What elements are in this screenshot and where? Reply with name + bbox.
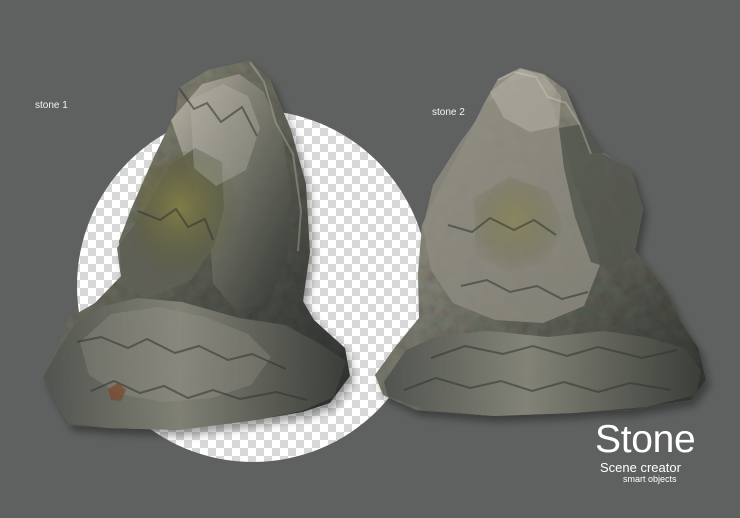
branding-block: Stone Scene creator smart objects (592, 418, 727, 484)
brand-title: Stone (595, 418, 696, 461)
stone-1-label: stone 1 (35, 100, 68, 111)
stone-2-label: stone 2 (432, 107, 465, 118)
stone-scene-preview: stone 1 stone 2 Stone Scene creator smar… (0, 0, 740, 518)
brand-tagline: smart objects (623, 473, 677, 484)
brand-subtitle: Scene creator (600, 459, 681, 475)
stone-2-object (375, 68, 706, 416)
